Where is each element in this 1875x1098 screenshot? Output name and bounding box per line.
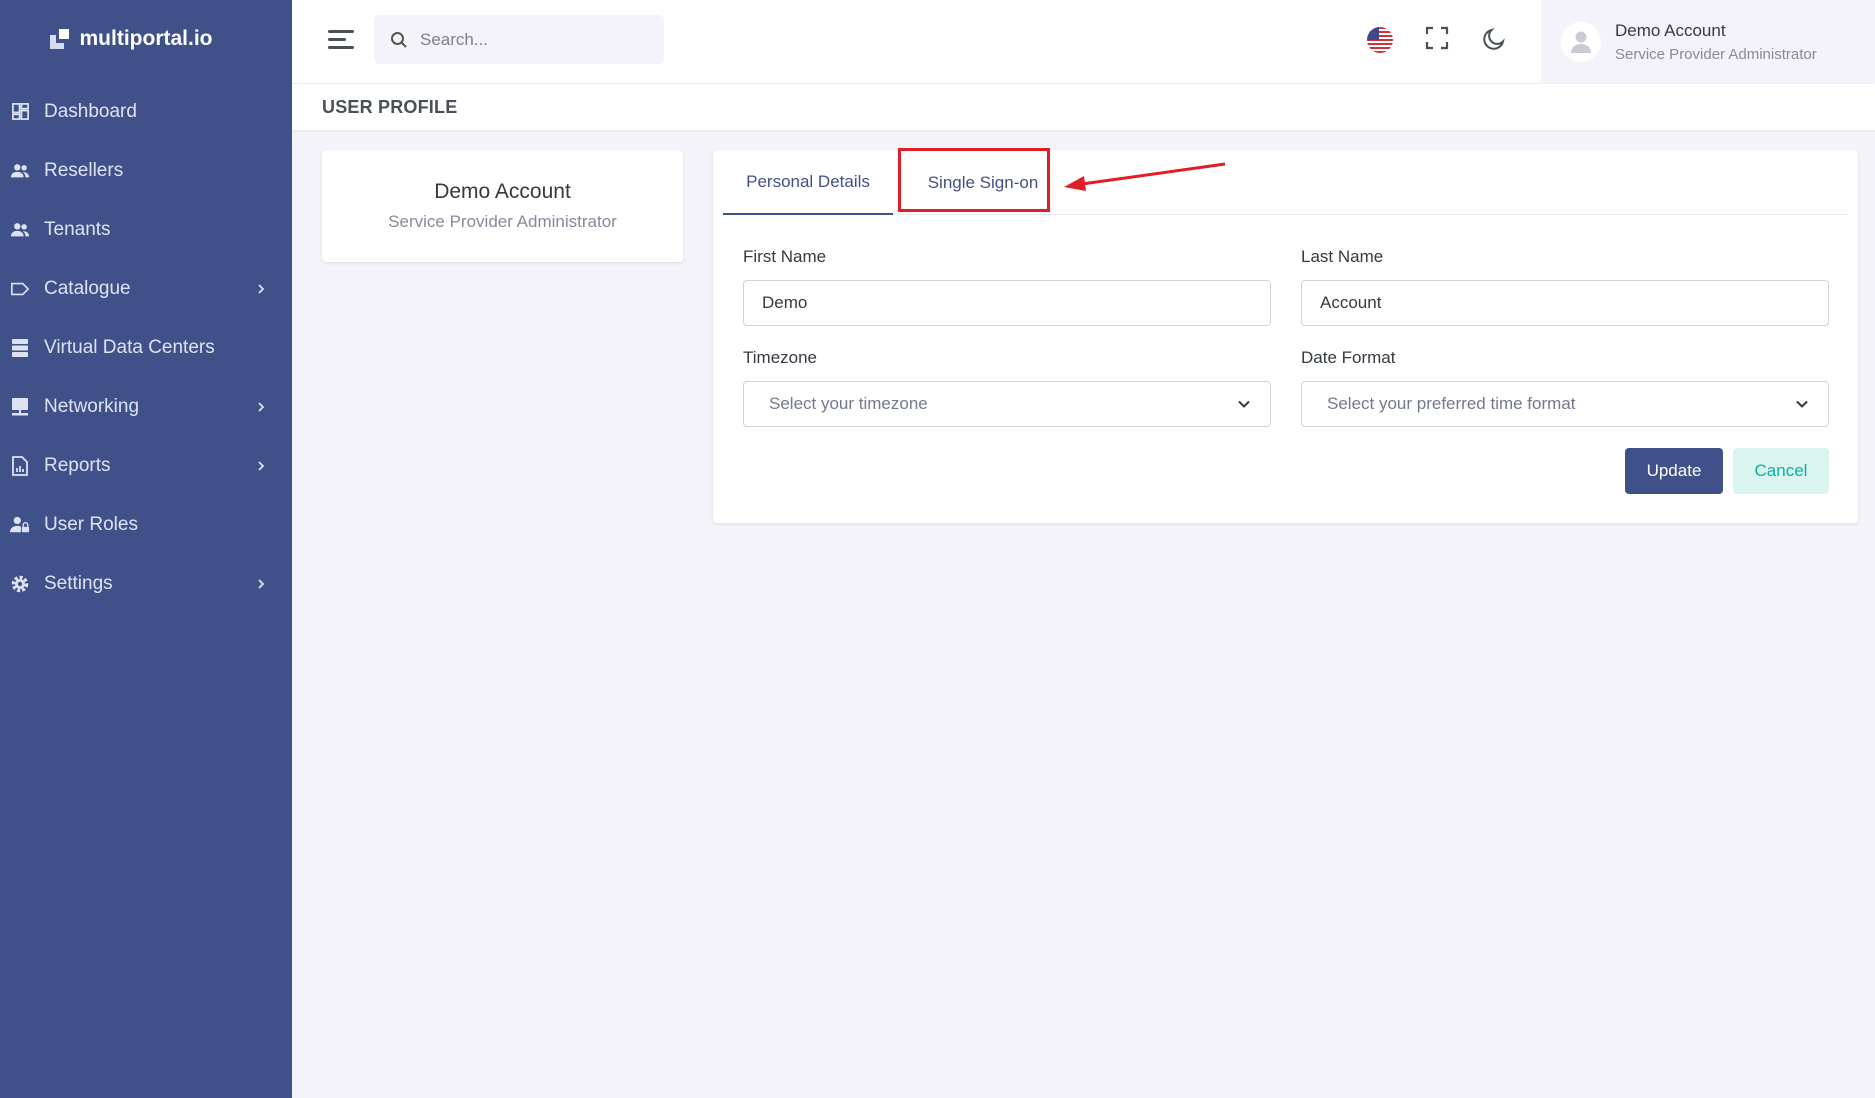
page-title: USER PROFILE	[322, 97, 458, 117]
sidebar-item-user-roles[interactable]: User Roles	[0, 495, 292, 554]
users-icon	[10, 161, 30, 181]
hamburger-menu-icon[interactable]	[328, 28, 356, 50]
brand-logo[interactable]: multiportal.io	[0, 0, 292, 78]
first-name-label: First Name	[743, 247, 827, 266]
sidebar-item-resellers[interactable]: Resellers	[0, 141, 292, 200]
date-format-select[interactable]: Select your preferred time format	[1301, 381, 1829, 427]
search-input[interactable]	[420, 29, 650, 50]
sidebar-item-networking[interactable]: Networking	[0, 377, 292, 436]
last-name-field[interactable]	[1301, 280, 1829, 326]
update-button[interactable]: Update	[1625, 448, 1723, 494]
chevron-right-icon	[258, 401, 265, 412]
sidebar-item-settings[interactable]: Settings	[0, 554, 292, 613]
avatar	[1561, 22, 1601, 62]
chevron-down-icon	[1796, 400, 1808, 408]
sidebar-item-reports[interactable]: Reports	[0, 436, 292, 495]
us-flag-icon[interactable]	[1367, 27, 1393, 53]
profile-name: Demo Account	[434, 180, 571, 203]
logo-mark-icon	[49, 29, 72, 49]
sidebar-item-catalogue[interactable]: Catalogue	[0, 259, 292, 318]
sidebar-item-label: User Roles	[44, 513, 138, 535]
user-menu[interactable]: Demo Account Service Provider Administra…	[1541, 0, 1875, 84]
search-icon	[391, 31, 407, 48]
sidebar-item-label: Resellers	[44, 159, 124, 181]
timezone-label: Timezone	[743, 348, 818, 367]
fullscreen-icon[interactable]	[1425, 26, 1449, 50]
sidebar-item-label: Networking	[44, 395, 140, 417]
tag-icon	[10, 279, 30, 299]
topbar: Demo Account Service Provider Administra…	[292, 0, 1875, 84]
sidebar-item-label: Virtual Data Centers	[44, 336, 215, 358]
user-avatar-icon	[1571, 31, 1591, 53]
tab-personal-details[interactable]: Personal Details	[723, 150, 893, 215]
sidebar-item-tenants[interactable]: Tenants	[0, 200, 292, 259]
sidebar-item-label: Settings	[44, 572, 113, 594]
moon-icon[interactable]	[1482, 25, 1508, 51]
dashboard-icon	[10, 102, 30, 122]
sidebar-item-label: Tenants	[44, 218, 111, 240]
chevron-right-icon	[258, 283, 265, 294]
sidebar-item-label: Reports	[44, 454, 111, 476]
sidebar-item-dashboard[interactable]: Dashboard	[0, 82, 292, 141]
sidebar-item-virtual-data-centers[interactable]: Virtual Data Centers	[0, 318, 292, 377]
user-lock-icon	[10, 515, 30, 535]
chevron-down-icon	[1238, 400, 1250, 408]
server-icon	[10, 338, 30, 358]
chevron-right-icon	[258, 578, 265, 589]
date-format-placeholder: Select your preferred time format	[1327, 394, 1576, 413]
brand-name: multiportal.io	[79, 27, 213, 50]
last-name-label: Last Name	[1301, 247, 1384, 266]
users-icon	[10, 220, 30, 240]
timezone-select[interactable]: Select your timezone	[743, 381, 1271, 427]
sidebar-item-label: Catalogue	[44, 277, 131, 299]
network-icon	[10, 397, 30, 417]
report-icon	[10, 455, 30, 476]
date-format-label: Date Format	[1301, 348, 1396, 367]
search-box	[374, 15, 664, 64]
user-name: Demo Account	[1615, 21, 1726, 40]
timezone-placeholder: Select your timezone	[769, 394, 928, 413]
profile-card: Demo Account Service Provider Administra…	[322, 150, 683, 262]
first-name-field[interactable]	[743, 280, 1271, 326]
page-title-bar: USER PROFILE	[292, 84, 1875, 131]
sidebar-nav: Dashboard Resellers Tenants Catalogue Vi…	[0, 82, 292, 613]
gear-icon	[10, 574, 30, 594]
user-role: Service Provider Administrator	[1615, 46, 1817, 63]
tabs: Personal Details Single Sign-on	[723, 150, 1848, 215]
profile-role: Service Provider Administrator	[388, 212, 617, 231]
sidebar: multiportal.io Dashboard Resellers Tenan…	[0, 0, 292, 1098]
sidebar-item-label: Dashboard	[44, 100, 137, 122]
tab-single-sign-on[interactable]: Single Sign-on	[908, 150, 1058, 215]
cancel-button[interactable]: Cancel	[1733, 448, 1829, 494]
chevron-right-icon	[258, 460, 265, 471]
